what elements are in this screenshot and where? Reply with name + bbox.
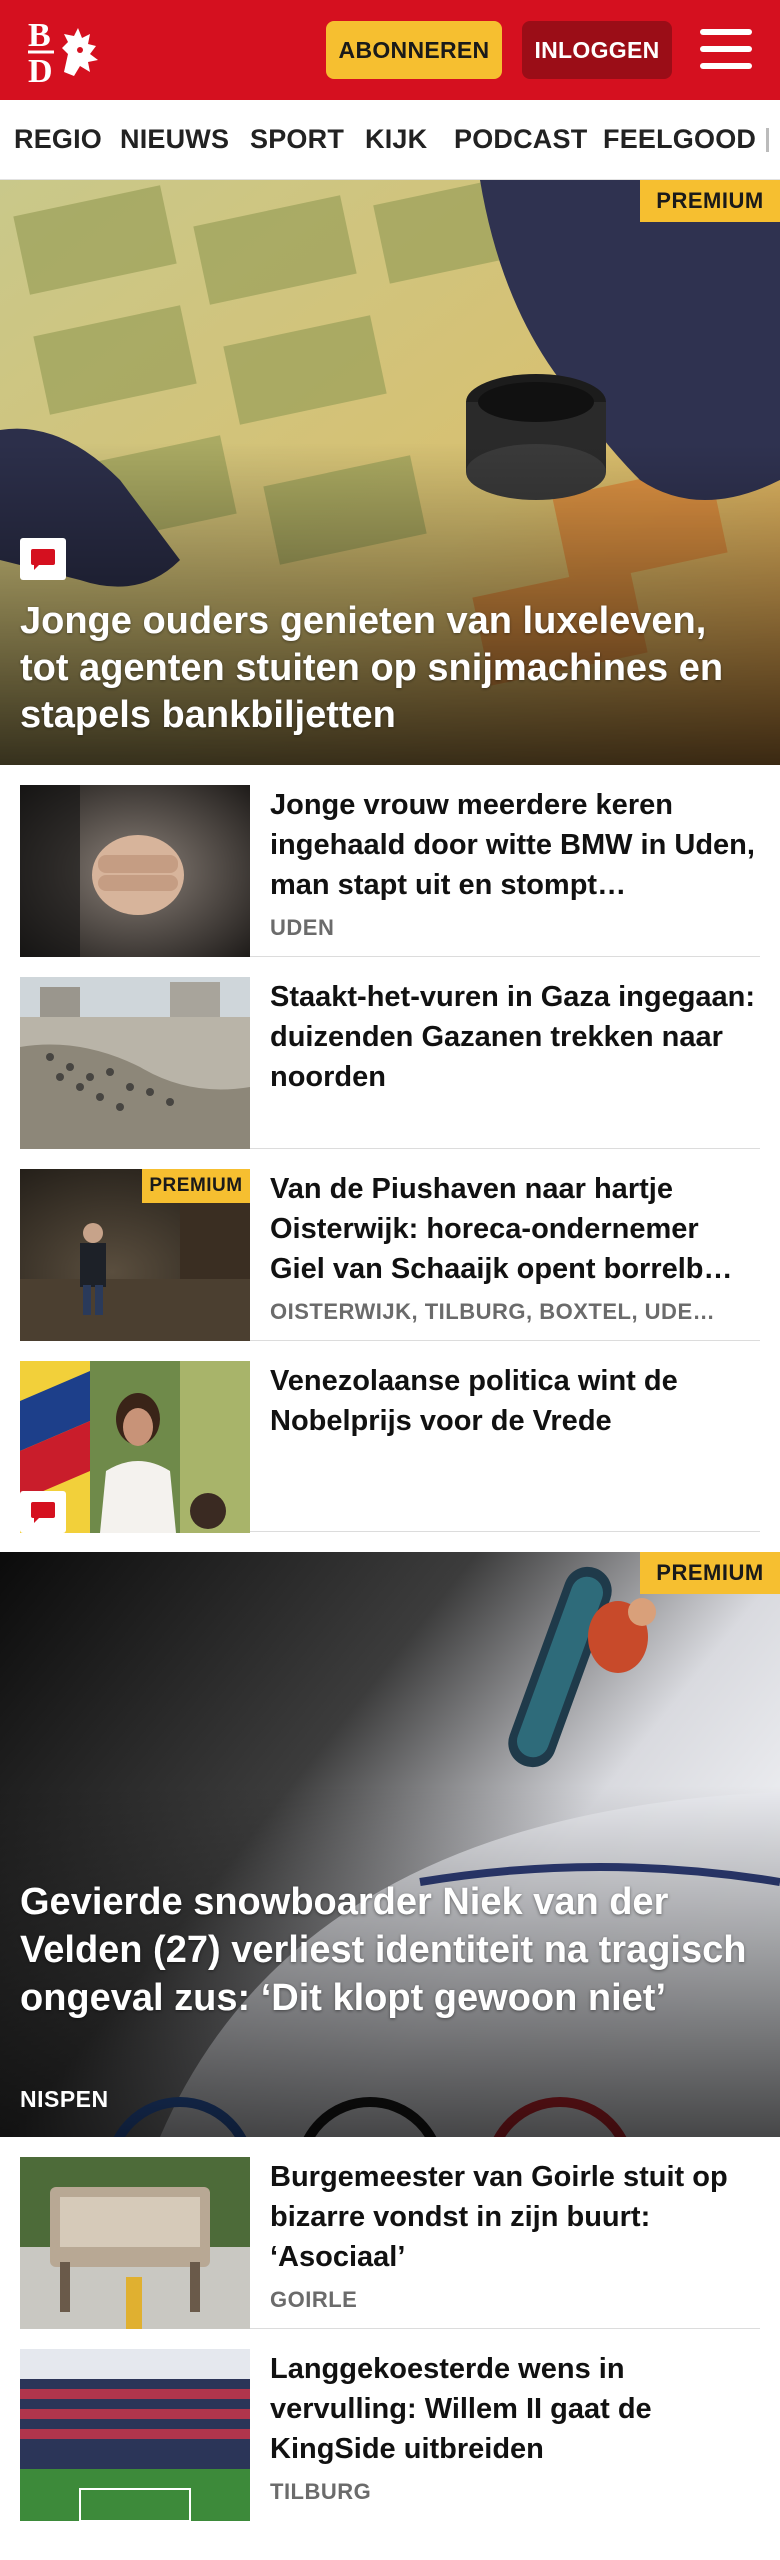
- nav-overflow-hint: [766, 128, 769, 152]
- article-title: Burgemeester van Goirle stuit op bizarre…: [270, 2161, 728, 2273]
- hamburger-menu-icon[interactable]: [700, 25, 752, 73]
- feature-image: [0, 1552, 780, 2137]
- premium-badge: PREMIUM: [640, 1552, 780, 1594]
- article-item[interactable]: Venezolaanse politica wint de Nobelprijs…: [20, 1341, 760, 1533]
- article-item[interactable]: PREMIUM Van de Piushaven naar hartje Ois…: [20, 1149, 760, 1341]
- hero-article[interactable]: PREMIUM Jonge ouders genieten van luxele…: [0, 180, 780, 765]
- premium-badge: PREMIUM: [142, 1169, 250, 1203]
- article-title: Staakt-het-vuren in Gaza ingegaan: duize…: [270, 981, 756, 1093]
- article-item[interactable]: Jonge vrouw meerdere keren ingehaald doo…: [20, 765, 760, 957]
- nav-item-sport[interactable]: SPORT: [250, 124, 344, 155]
- article-title: Jonge vrouw meerdere keren ingehaald doo…: [270, 789, 755, 901]
- feature-article[interactable]: PREMIUM Gevierde snowboarder Niek van de…: [0, 1552, 780, 2137]
- login-button[interactable]: INLOGGEN: [522, 21, 672, 79]
- article-thumbnail: [20, 785, 250, 957]
- nav-item-feelgood[interactable]: FEELGOOD: [603, 124, 756, 155]
- article-title: Venezolaanse politica wint de Nobelprijs…: [270, 1365, 678, 1437]
- article-item[interactable]: Staakt-het-vuren in Gaza ingegaan: duize…: [20, 957, 760, 1149]
- top-header: B D ABONNEREN INLOGGEN: [0, 0, 780, 100]
- nav-item-nieuws[interactable]: NIEUWS: [120, 124, 229, 155]
- comment-icon: [20, 538, 66, 580]
- comment-icon: [20, 1491, 66, 1533]
- bd-logo[interactable]: B D: [24, 14, 116, 90]
- article-location: UDEN: [270, 915, 335, 940]
- feature-location: NISPEN: [20, 2086, 109, 2112]
- nav-item-podcast[interactable]: PODCAST: [454, 124, 587, 155]
- article-item[interactable]: Langgekoesterde wens in vervulling: Will…: [20, 2329, 760, 2521]
- article-thumbnail: [20, 2349, 250, 2521]
- article-thumbnail: [20, 1361, 250, 1533]
- svg-text:D: D: [28, 53, 53, 86]
- article-title: Langgekoesterde wens in vervulling: Will…: [270, 2353, 652, 2465]
- feature-title: Gevierde snowboarder Niek van der Velden…: [20, 1881, 747, 2019]
- subscribe-button[interactable]: ABONNEREN: [326, 21, 502, 79]
- nav-item-kijk[interactable]: KIJK: [365, 124, 427, 155]
- article-location: OISTERWIJK, TILBURG, BOXTEL, UDE…: [270, 1299, 716, 1324]
- section-nav: REGIO NIEUWS SPORT KIJK PODCAST FEELGOOD: [0, 100, 780, 180]
- svg-text:B: B: [28, 17, 51, 54]
- article-item[interactable]: Burgemeester van Goirle stuit op bizarre…: [20, 2137, 760, 2329]
- article-thumbnail: PREMIUM: [20, 1169, 250, 1341]
- article-thumbnail: [20, 977, 250, 1149]
- article-location: TILBURG: [270, 2479, 372, 2504]
- nav-item-regio[interactable]: REGIO: [14, 124, 102, 155]
- hero-title: Jonge ouders genieten van luxeleven, tot…: [20, 600, 724, 736]
- article-thumbnail: [20, 2157, 250, 2329]
- article-title: Van de Piushaven naar hartje Oisterwijk:…: [270, 1173, 733, 1285]
- article-location: GOIRLE: [270, 2287, 358, 2312]
- premium-badge: PREMIUM: [640, 180, 780, 222]
